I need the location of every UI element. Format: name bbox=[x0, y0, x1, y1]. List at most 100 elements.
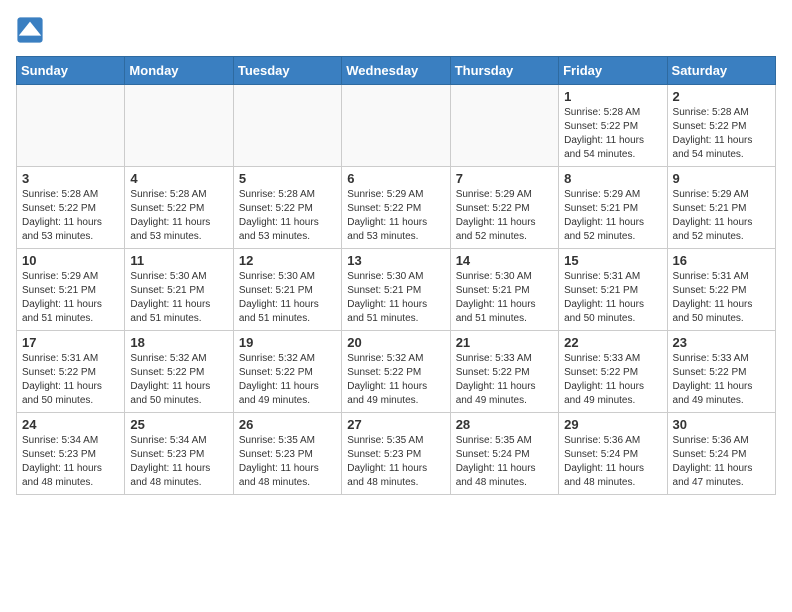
day-info: Sunrise: 5:30 AMSunset: 5:21 PMDaylight:… bbox=[347, 270, 444, 326]
calendar-cell: 8 Sunrise: 5:29 AMSunset: 5:21 PMDaylight… bbox=[559, 167, 667, 249]
calendar-cell: 13 Sunrise: 5:30 AMSunset: 5:21 PMDayligh… bbox=[342, 249, 450, 331]
calendar-cell: 24 Sunrise: 5:34 AMSunset: 5:23 PMDayligh… bbox=[17, 413, 125, 495]
day-number: 30 bbox=[673, 417, 770, 432]
day-info: Sunrise: 5:35 AMSunset: 5:23 PMDaylight:… bbox=[239, 434, 336, 490]
day-info: Sunrise: 5:36 AMSunset: 5:24 PMDaylight:… bbox=[673, 434, 770, 490]
calendar-cell: 4 Sunrise: 5:28 AMSunset: 5:22 PMDaylight… bbox=[125, 167, 233, 249]
day-info: Sunrise: 5:32 AMSunset: 5:22 PMDaylight:… bbox=[347, 352, 444, 408]
weekday-header-tuesday: Tuesday bbox=[233, 57, 341, 85]
day-number: 24 bbox=[22, 417, 119, 432]
weekday-header-monday: Monday bbox=[125, 57, 233, 85]
day-info: Sunrise: 5:35 AMSunset: 5:23 PMDaylight:… bbox=[347, 434, 444, 490]
weekday-header-friday: Friday bbox=[559, 57, 667, 85]
calendar-cell: 25Sunrise: 5:34 AMSunset: 5:23 PMDayligh… bbox=[125, 413, 233, 495]
day-number: 15 bbox=[564, 253, 661, 268]
day-info: Sunrise: 5:31 AMSunset: 5:22 PMDaylight:… bbox=[22, 352, 119, 408]
day-info: Sunrise: 5:32 AMSunset: 5:22 PMDaylight:… bbox=[130, 352, 227, 408]
calendar-cell: 30 Sunrise: 5:36 AMSunset: 5:24 PMDayligh… bbox=[667, 413, 775, 495]
day-number: 22 bbox=[564, 335, 661, 350]
weekday-header-sunday: Sunday bbox=[17, 57, 125, 85]
day-number: 12 bbox=[239, 253, 336, 268]
calendar-cell bbox=[233, 85, 341, 167]
calendar-table: SundayMondayTuesdayWednesdayThursdayFrid… bbox=[16, 56, 776, 495]
day-info: Sunrise: 5:30 AMSunset: 5:21 PMDaylight:… bbox=[130, 270, 227, 326]
day-number: 26 bbox=[239, 417, 336, 432]
day-info: Sunrise: 5:30 AMSunset: 5:21 PMDaylight:… bbox=[456, 270, 553, 326]
calendar-cell: 14 Sunrise: 5:30 AMSunset: 5:21 PMDayligh… bbox=[450, 249, 558, 331]
calendar-cell: 10 Sunrise: 5:29 AMSunset: 5:21 PMDayligh… bbox=[17, 249, 125, 331]
day-info: Sunrise: 5:29 AMSunset: 5:22 PMDaylight:… bbox=[347, 188, 444, 244]
calendar-cell: 7Sunrise: 5:29 AMSunset: 5:22 PMDaylight… bbox=[450, 167, 558, 249]
calendar-cell: 16 Sunrise: 5:31 AMSunset: 5:22 PMDayligh… bbox=[667, 249, 775, 331]
calendar-cell: 26 Sunrise: 5:35 AMSunset: 5:23 PMDayligh… bbox=[233, 413, 341, 495]
calendar-cell: 19Sunrise: 5:32 AMSunset: 5:22 PMDayligh… bbox=[233, 331, 341, 413]
day-number: 5 bbox=[239, 171, 336, 186]
day-number: 9 bbox=[673, 171, 770, 186]
day-info: Sunrise: 5:31 AMSunset: 5:21 PMDaylight:… bbox=[564, 270, 661, 326]
calendar-cell: 3Sunrise: 5:28 AMSunset: 5:22 PMDaylight… bbox=[17, 167, 125, 249]
day-info: Sunrise: 5:29 AMSunset: 5:21 PMDaylight:… bbox=[22, 270, 119, 326]
calendar-cell: 6 Sunrise: 5:29 AMSunset: 5:22 PMDaylight… bbox=[342, 167, 450, 249]
day-number: 23 bbox=[673, 335, 770, 350]
calendar-cell: 17 Sunrise: 5:31 AMSunset: 5:22 PMDayligh… bbox=[17, 331, 125, 413]
calendar-cell: 9 Sunrise: 5:29 AMSunset: 5:21 PMDaylight… bbox=[667, 167, 775, 249]
calendar-cell: 20 Sunrise: 5:32 AMSunset: 5:22 PMDayligh… bbox=[342, 331, 450, 413]
day-info: Sunrise: 5:28 AMSunset: 5:22 PMDaylight:… bbox=[239, 188, 336, 244]
day-info: Sunrise: 5:33 AMSunset: 5:22 PMDaylight:… bbox=[673, 352, 770, 408]
day-number: 11 bbox=[130, 253, 227, 268]
day-number: 28 bbox=[456, 417, 553, 432]
day-number: 20 bbox=[347, 335, 444, 350]
week-row-2: 3Sunrise: 5:28 AMSunset: 5:22 PMDaylight… bbox=[17, 167, 776, 249]
day-number: 1 bbox=[564, 89, 661, 104]
weekday-header-row: SundayMondayTuesdayWednesdayThursdayFrid… bbox=[17, 57, 776, 85]
day-info: Sunrise: 5:28 AMSunset: 5:22 PMDaylight:… bbox=[130, 188, 227, 244]
day-info: Sunrise: 5:28 AMSunset: 5:22 PMDaylight:… bbox=[673, 106, 770, 162]
calendar-cell: 29Sunrise: 5:36 AMSunset: 5:24 PMDayligh… bbox=[559, 413, 667, 495]
day-number: 29 bbox=[564, 417, 661, 432]
calendar-cell: 2 Sunrise: 5:28 AMSunset: 5:22 PMDaylight… bbox=[667, 85, 775, 167]
day-info: Sunrise: 5:32 AMSunset: 5:22 PMDaylight:… bbox=[239, 352, 336, 408]
day-number: 14 bbox=[456, 253, 553, 268]
day-info: Sunrise: 5:28 AMSunset: 5:22 PMDaylight:… bbox=[22, 188, 119, 244]
calendar-cell bbox=[450, 85, 558, 167]
calendar-cell: 15 Sunrise: 5:31 AMSunset: 5:21 PMDayligh… bbox=[559, 249, 667, 331]
week-row-5: 24 Sunrise: 5:34 AMSunset: 5:23 PMDayligh… bbox=[17, 413, 776, 495]
day-number: 2 bbox=[673, 89, 770, 104]
day-number: 8 bbox=[564, 171, 661, 186]
day-number: 6 bbox=[347, 171, 444, 186]
day-number: 21 bbox=[456, 335, 553, 350]
day-info: Sunrise: 5:29 AMSunset: 5:21 PMDaylight:… bbox=[673, 188, 770, 244]
calendar-cell: 11 Sunrise: 5:30 AMSunset: 5:21 PMDayligh… bbox=[125, 249, 233, 331]
day-info: Sunrise: 5:30 AMSunset: 5:21 PMDaylight:… bbox=[239, 270, 336, 326]
calendar-cell bbox=[125, 85, 233, 167]
day-info: Sunrise: 5:28 AMSunset: 5:22 PMDaylight:… bbox=[564, 106, 661, 162]
day-number: 25 bbox=[130, 417, 227, 432]
day-info: Sunrise: 5:33 AMSunset: 5:22 PMDaylight:… bbox=[564, 352, 661, 408]
week-row-4: 17 Sunrise: 5:31 AMSunset: 5:22 PMDayligh… bbox=[17, 331, 776, 413]
week-row-3: 10 Sunrise: 5:29 AMSunset: 5:21 PMDayligh… bbox=[17, 249, 776, 331]
calendar-cell: 1 Sunrise: 5:28 AMSunset: 5:22 PMDaylight… bbox=[559, 85, 667, 167]
day-number: 16 bbox=[673, 253, 770, 268]
day-info: Sunrise: 5:35 AMSunset: 5:24 PMDaylight:… bbox=[456, 434, 553, 490]
day-number: 10 bbox=[22, 253, 119, 268]
weekday-header-thursday: Thursday bbox=[450, 57, 558, 85]
calendar-cell: 5 Sunrise: 5:28 AMSunset: 5:22 PMDaylight… bbox=[233, 167, 341, 249]
calendar-cell bbox=[342, 85, 450, 167]
day-number: 17 bbox=[22, 335, 119, 350]
week-row-1: 1 Sunrise: 5:28 AMSunset: 5:22 PMDaylight… bbox=[17, 85, 776, 167]
day-number: 4 bbox=[130, 171, 227, 186]
weekday-header-saturday: Saturday bbox=[667, 57, 775, 85]
day-number: 13 bbox=[347, 253, 444, 268]
day-info: Sunrise: 5:29 AMSunset: 5:21 PMDaylight:… bbox=[564, 188, 661, 244]
logo-icon bbox=[16, 16, 44, 44]
calendar-cell: 12 Sunrise: 5:30 AMSunset: 5:21 PMDayligh… bbox=[233, 249, 341, 331]
day-number: 18 bbox=[130, 335, 227, 350]
page-header bbox=[16, 16, 776, 44]
calendar-cell: 28 Sunrise: 5:35 AMSunset: 5:24 PMDayligh… bbox=[450, 413, 558, 495]
weekday-header-wednesday: Wednesday bbox=[342, 57, 450, 85]
day-info: Sunrise: 5:31 AMSunset: 5:22 PMDaylight:… bbox=[673, 270, 770, 326]
day-info: Sunrise: 5:34 AMSunset: 5:23 PMDaylight:… bbox=[22, 434, 119, 490]
day-number: 27 bbox=[347, 417, 444, 432]
calendar-cell: 27 Sunrise: 5:35 AMSunset: 5:23 PMDayligh… bbox=[342, 413, 450, 495]
calendar-cell bbox=[17, 85, 125, 167]
